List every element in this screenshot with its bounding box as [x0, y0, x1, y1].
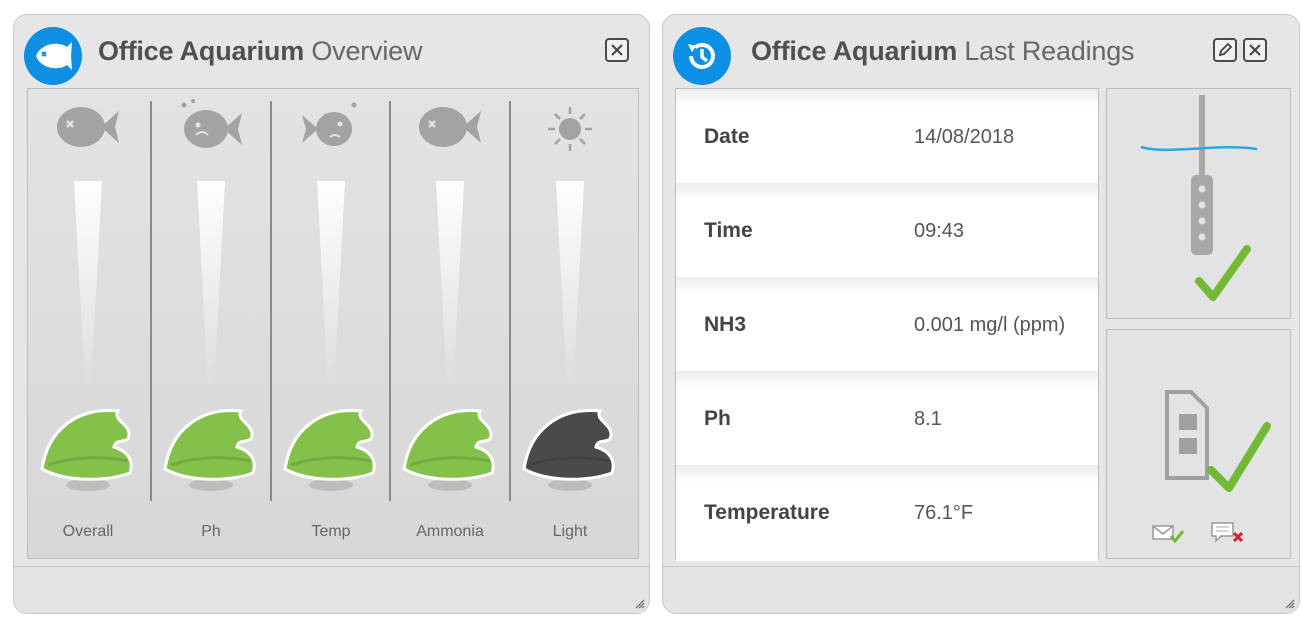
overview-widget: Office Aquarium Overview Overall Ph Temp Am… — [13, 14, 650, 614]
light-beam — [556, 181, 584, 393]
status-fish-icon — [161, 399, 261, 494]
sms-error-icon — [1211, 522, 1244, 543]
sim-card-ok-icon — [1165, 390, 1271, 492]
status-column[interactable]: Overall — [30, 89, 146, 558]
status-fish-icon — [520, 399, 620, 494]
table-row: Ph 8.1 — [676, 371, 1098, 468]
sim-status-panel — [1106, 329, 1291, 559]
light-beam — [317, 181, 345, 393]
widget-footer — [14, 566, 649, 613]
status-column[interactable]: Light — [512, 89, 628, 558]
reading-label: Time — [704, 219, 753, 242]
table-row: Date 14/08/2018 — [676, 89, 1098, 186]
overview-panel: Overall Ph Temp Ammonia Light — [27, 88, 639, 559]
dead-fish-icon — [415, 97, 485, 157]
status-column[interactable]: Temp — [273, 89, 389, 558]
close-button[interactable] — [1243, 38, 1267, 62]
column-label: Overall — [62, 523, 114, 540]
column-divider — [389, 101, 391, 501]
reading-value: 09:43 — [914, 220, 965, 242]
status-column[interactable]: Ph — [153, 89, 269, 558]
table-row: Time 09:43 — [676, 183, 1098, 280]
table-row: Temperature 76.1°F — [676, 465, 1098, 561]
column-divider — [509, 101, 511, 501]
reading-value: 14/08/2018 — [914, 126, 1015, 148]
widget-header[interactable]: Office Aquarium Overview — [14, 15, 649, 87]
column-divider — [270, 101, 272, 501]
widget-title: Office Aquarium Last Readings — [751, 36, 1135, 66]
column-label: Ammonia — [416, 523, 484, 540]
email-ok-icon — [1152, 525, 1185, 544]
probe-status-panel — [1106, 88, 1291, 319]
reading-value: 0.001 mg/l (ppm) — [914, 314, 1066, 336]
last-readings-widget: Office Aquarium Last Readings Date 14/08/… — [662, 14, 1300, 614]
table-row: NH3 0.001 mg/l (ppm) — [676, 277, 1098, 374]
light-beam — [197, 181, 225, 393]
column-divider — [150, 101, 152, 501]
resize-grip-icon[interactable] — [1283, 597, 1295, 609]
dead-fish-icon — [53, 97, 123, 157]
reading-label: Ph — [704, 407, 731, 430]
edit-button[interactable] — [1213, 38, 1237, 62]
pencil-icon — [1218, 42, 1233, 57]
column-label: Temp — [311, 523, 351, 540]
sun-icon — [535, 97, 605, 157]
widget-title: Office Aquarium Overview — [98, 36, 423, 66]
reading-value: 76.1°F — [914, 502, 974, 524]
column-label: Ph — [201, 523, 221, 540]
readings-table: Date 14/08/2018 Time 09:43 NH3 0.001 mg/l (pp… — [675, 88, 1099, 561]
status-fish-icon — [281, 399, 381, 494]
column-label: Light — [552, 523, 588, 540]
status-fish-icon — [38, 399, 138, 494]
status-column[interactable]: Ammonia — [392, 89, 508, 558]
close-icon — [1249, 44, 1261, 56]
reading-label: Date — [704, 125, 750, 148]
light-beam — [74, 181, 102, 393]
status-fish-icon — [400, 399, 500, 494]
sweating-fish-icon — [296, 97, 366, 157]
widget-footer — [663, 566, 1299, 613]
close-icon — [611, 44, 623, 56]
light-beam — [436, 181, 464, 393]
fish-logo-icon — [24, 27, 82, 85]
probe-ok-icon — [1140, 95, 1258, 301]
close-button[interactable] — [605, 38, 629, 62]
sad-fish-icon — [176, 97, 246, 157]
widget-header[interactable]: Office Aquarium Last Readings — [663, 15, 1299, 87]
resize-grip-icon[interactable] — [633, 597, 645, 609]
history-icon — [673, 27, 731, 85]
reading-label: NH3 — [704, 313, 747, 336]
reading-label: Temperature — [704, 501, 830, 524]
reading-value: 8.1 — [914, 408, 942, 430]
